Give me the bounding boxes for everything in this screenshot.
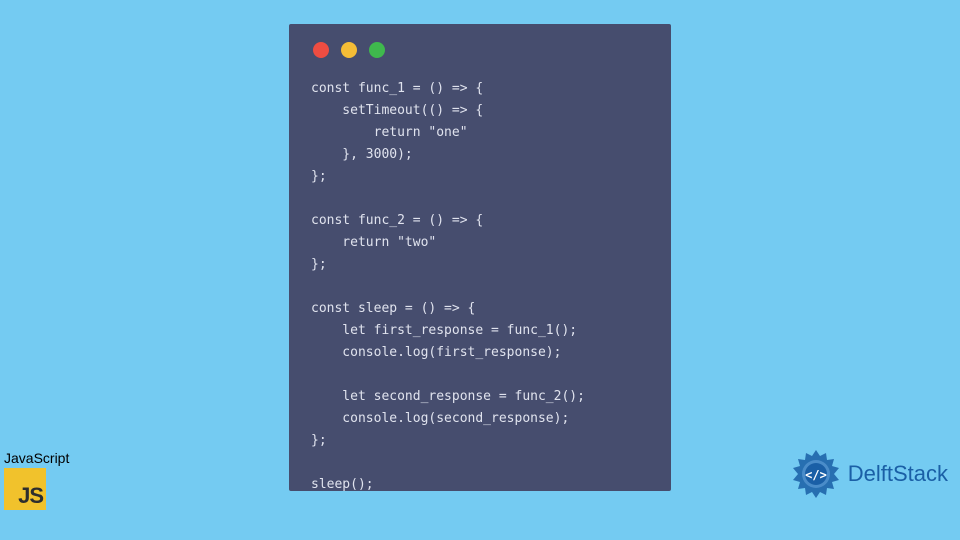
delftstack-text: DelftStack bbox=[848, 461, 948, 487]
code-editor-window: const func_1 = () => { setTimeout(() => … bbox=[289, 24, 671, 491]
code-content: const func_1 = () => { setTimeout(() => … bbox=[311, 78, 649, 496]
js-logo-text: JS bbox=[18, 483, 43, 509]
javascript-logo-icon: JS bbox=[4, 468, 46, 510]
javascript-badge: JavaScript JS bbox=[4, 450, 69, 510]
javascript-label: JavaScript bbox=[4, 450, 69, 466]
svg-text:</>: </> bbox=[805, 468, 827, 482]
delftstack-badge: </> DelftStack bbox=[790, 448, 948, 500]
delftstack-logo-icon: </> bbox=[790, 448, 842, 500]
minimize-icon[interactable] bbox=[341, 42, 357, 58]
maximize-icon[interactable] bbox=[369, 42, 385, 58]
window-controls bbox=[313, 42, 649, 58]
close-icon[interactable] bbox=[313, 42, 329, 58]
